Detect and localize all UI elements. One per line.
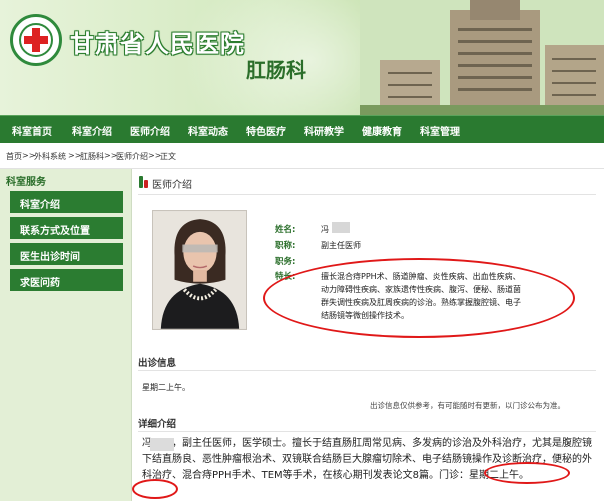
breadcrumb-current: 正文 <box>160 152 176 161</box>
breadcrumb-dept[interactable]: 肛肠科 <box>80 151 104 162</box>
nav-item-intro[interactable]: 科室介绍 <box>72 123 112 138</box>
schedule-title: 出诊信息 <box>138 358 177 369</box>
highlight-circle-schedule <box>484 462 570 484</box>
title-label: 职称: <box>275 241 296 251</box>
breadcrumb-surgery[interactable]: 外科系统 <box>34 151 66 162</box>
breadcrumb: 首页 >> 外科系统 >> 肛肠科 >> 医师介绍 >> 正文 <box>0 143 604 169</box>
main-nav: 科室首页 科室介绍 医师介绍 科室动态 特色医疗 科研教学 健康教育 科室管理 <box>0 115 604 143</box>
highlight-circle <box>263 258 575 338</box>
divider <box>138 370 596 371</box>
schedule-note: 出诊信息仅供参考，有可能随时有更新，以门诊公布为准。 <box>370 401 565 410</box>
name-value: 冯 <box>321 225 329 234</box>
section-title: 医师介绍 <box>152 180 192 191</box>
nav-item-featured[interactable]: 特色医疗 <box>246 123 286 138</box>
name-redaction <box>332 222 350 233</box>
hospital-building-image <box>360 0 604 115</box>
breadcrumb-doctors[interactable]: 医师介绍 <box>116 151 148 162</box>
sidebar-item-contact[interactable]: 联系方式及位置 <box>10 217 123 239</box>
divider <box>138 194 596 195</box>
nav-item-health[interactable]: 健康教育 <box>362 123 402 138</box>
hospital-logo <box>10 14 62 66</box>
schedule-value: 星期二上午。 <box>142 383 190 392</box>
sidebar-title: 科室服务 <box>6 177 46 188</box>
doctor-photo <box>152 210 247 330</box>
hospital-name: 甘肃省人民医院 <box>70 30 245 58</box>
detail-title: 详细介绍 <box>138 419 177 430</box>
nav-item-doctors[interactable]: 医师介绍 <box>130 123 170 138</box>
sidebar-item-schedule[interactable]: 医生出诊时间 <box>10 243 123 265</box>
title-value: 副主任医师 <box>321 241 361 250</box>
breadcrumb-home[interactable]: 首页 <box>6 151 22 162</box>
sidebar-item-intro[interactable]: 科室介绍 <box>10 191 123 213</box>
nav-item-research[interactable]: 科研教学 <box>304 123 344 138</box>
duty-label: 职务: <box>275 257 296 267</box>
header-banner: 甘肃省人民医院 肛肠科 <box>0 0 604 115</box>
detail-name-redaction <box>150 438 174 451</box>
highlight-circle-morning <box>132 479 178 499</box>
nav-item-home[interactable]: 科室首页 <box>12 123 52 138</box>
nav-item-news[interactable]: 科室动态 <box>188 123 228 138</box>
doctor-icon <box>139 176 148 188</box>
name-label: 姓名: <box>275 225 296 235</box>
logo-cross-bar <box>24 36 48 44</box>
department-name: 肛肠科 <box>246 58 306 82</box>
sidebar-item-consult[interactable]: 求医问药 <box>10 269 123 291</box>
nav-item-admin[interactable]: 科室管理 <box>420 123 460 138</box>
divider <box>138 431 596 432</box>
sidebar: 科室服务 科室介绍 联系方式及位置 医生出诊时间 求医问药 <box>0 169 132 501</box>
